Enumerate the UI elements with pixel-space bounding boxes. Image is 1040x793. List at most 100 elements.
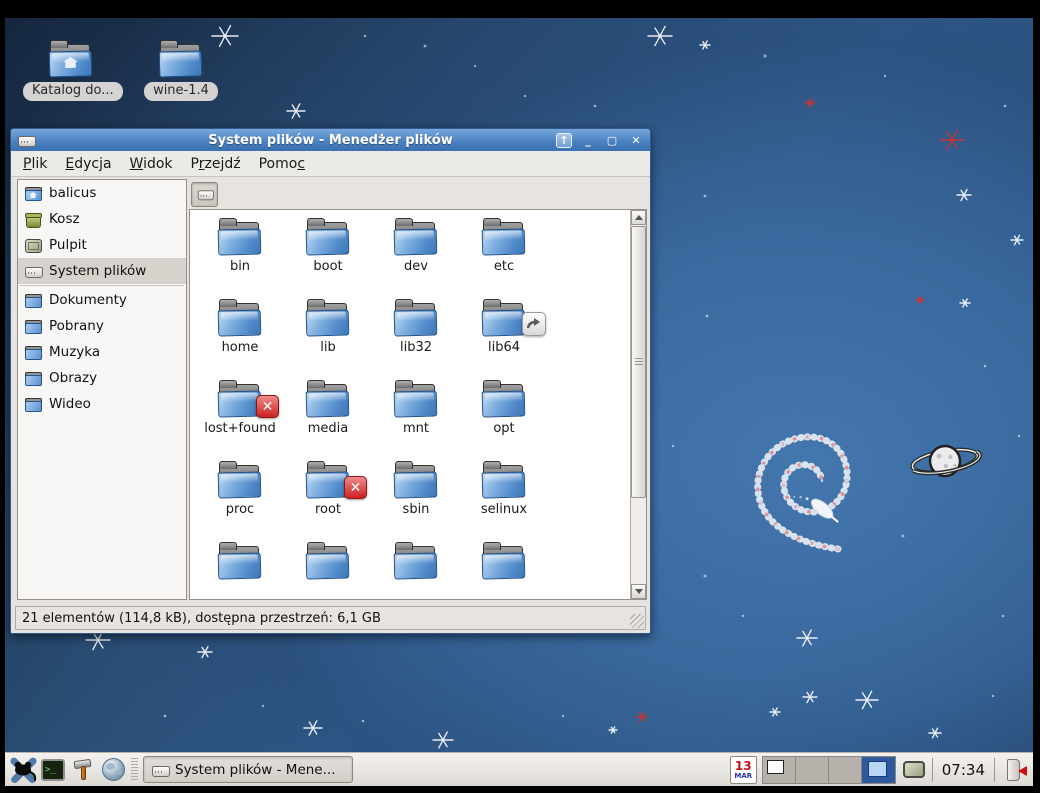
menu-item-widok[interactable]: Widok (122, 153, 181, 175)
settings-launcher[interactable] (68, 755, 98, 785)
file-item-lib[interactable]: lib (284, 299, 372, 380)
spiral-galaxy-art (758, 437, 847, 549)
workspace-1[interactable] (763, 757, 796, 783)
sidebar-item-obrazy[interactable]: Obrazy (18, 365, 186, 391)
sidebar-item-pobrany[interactable]: Pobrany (18, 313, 186, 339)
show-desktop-button[interactable] (901, 757, 927, 783)
close-button[interactable]: ✕ (628, 133, 644, 148)
globe-icon (102, 758, 125, 781)
window-titlebar[interactable]: System plików - Menedżer plików ↑ _ ▢ ✕ (11, 129, 650, 151)
scroll-up-button[interactable] (631, 210, 646, 225)
desktop-icon-wine[interactable]: wine-1.4 (133, 40, 229, 101)
folder-icon (393, 461, 439, 498)
file-item-dev[interactable]: dev (372, 218, 460, 299)
file-name: home (222, 340, 259, 355)
scroll-down-button[interactable] (631, 584, 646, 599)
minimize-button[interactable]: _ (580, 133, 596, 148)
drive-icon (24, 263, 42, 279)
folder-icon (217, 218, 263, 255)
terminal-launcher[interactable]: >_ (38, 755, 68, 785)
file-name: mnt (403, 421, 429, 436)
file-item[interactable] (372, 542, 460, 600)
calendar-month: MAR (734, 773, 752, 780)
sidebar-separator (20, 285, 184, 286)
task-button-label: System plików - Mene... (175, 762, 335, 778)
sidebar-item-pulpit[interactable]: Pulpit (18, 232, 186, 258)
saturn-planet-art (910, 440, 983, 481)
sidebar-item-wideo[interactable]: Wideo (18, 391, 186, 417)
file-name: etc (494, 259, 514, 274)
file-item-etc[interactable]: etc (460, 218, 548, 299)
file-item-mnt[interactable]: mnt (372, 380, 460, 461)
sidebar-item-balicus[interactable]: balicus (18, 180, 186, 206)
folder-icon (305, 299, 351, 336)
status-bar: 21 elementów (114,8 kB), dostępna przest… (15, 606, 646, 630)
folder-icon: ✕ (217, 380, 263, 417)
workspace-3[interactable] (829, 757, 862, 783)
file-item-opt[interactable]: opt (460, 380, 548, 461)
shade-button[interactable]: ↑ (556, 133, 572, 148)
file-name: proc (226, 502, 254, 517)
file-item-selinux[interactable]: selinux (460, 461, 548, 542)
drive-icon (151, 762, 169, 778)
file-name: lib64 (488, 340, 520, 355)
folder-icon (481, 380, 527, 417)
scrollbar-thumb[interactable] (631, 226, 646, 498)
desktop-icon (24, 237, 42, 253)
sidebar-item-muzyka[interactable]: Muzyka (18, 339, 186, 365)
menu-item-pomoc[interactable]: Pomoc (251, 153, 313, 175)
sidebar-item-label: Dokumenty (49, 292, 127, 308)
sidebar-item-label: Pulpit (49, 237, 87, 253)
sidebar-item-kosz[interactable]: Kosz (18, 206, 186, 232)
resize-grip[interactable] (630, 614, 644, 628)
taskbar: >_ System plików - Mene... 13 MAR 07:34 (5, 752, 1033, 786)
folder-icon (481, 218, 527, 255)
workspace-4[interactable] (862, 757, 895, 783)
file-item-sbin[interactable]: sbin (372, 461, 460, 542)
calendar-widget[interactable]: 13 MAR (730, 756, 757, 784)
workspace-2[interactable] (796, 757, 829, 783)
file-item-bin[interactable]: bin (196, 218, 284, 299)
browser-launcher[interactable] (98, 755, 128, 785)
logout-button[interactable] (1000, 755, 1030, 785)
file-item-home[interactable]: home (196, 299, 284, 380)
folder-icon (305, 542, 351, 579)
file-item-lib32[interactable]: lib32 (372, 299, 460, 380)
file-item-media[interactable]: media (284, 380, 372, 461)
task-button-file-manager[interactable]: System plików - Mene... (143, 756, 353, 783)
folder-icon (305, 218, 351, 255)
folder-icon (393, 542, 439, 579)
file-item-lost+found[interactable]: ✕lost+found (196, 380, 284, 461)
file-item-lib64[interactable]: lib64 (460, 299, 548, 380)
tray-separator (932, 758, 933, 782)
desktop-icon-label: wine-1.4 (144, 82, 218, 101)
file-name: root (315, 502, 341, 517)
path-button-filesystem[interactable] (191, 182, 218, 207)
file-item-root[interactable]: ✕root (284, 461, 372, 542)
maximize-button[interactable]: ▢ (604, 133, 620, 148)
desktop-icon (903, 761, 925, 778)
file-item[interactable] (460, 542, 548, 600)
hammer-icon (71, 758, 95, 782)
file-name: dev (404, 259, 428, 274)
vertical-scrollbar[interactable] (630, 210, 646, 599)
file-name: boot (313, 259, 342, 274)
desktop-icon-home[interactable]: Katalog do... (23, 40, 119, 101)
file-item[interactable] (284, 542, 372, 600)
folder-icon (24, 344, 42, 360)
file-item-proc[interactable]: proc (196, 461, 284, 542)
file-item-boot[interactable]: boot (284, 218, 372, 299)
xfce-menu-button[interactable] (8, 755, 38, 785)
file-item[interactable] (196, 542, 284, 600)
file-view[interactable]: bin boot dev etc home liblib32 lib64 ✕lost+foun… (189, 209, 647, 600)
desktop: Katalog do... wine-1.4 System plików - M… (5, 18, 1033, 786)
sidebar-item-dokumenty[interactable]: Dokumenty (18, 287, 186, 313)
terminal-icon: >_ (41, 759, 65, 781)
menu-item-przejdź[interactable]: Przejdź (183, 153, 249, 175)
menu-item-plik[interactable]: Plik (15, 153, 55, 175)
menu-item-edycja[interactable]: Edycja (57, 153, 119, 175)
file-name: opt (493, 421, 514, 436)
sidebar-item-system-plików[interactable]: System plików (18, 258, 186, 284)
panel-grip[interactable] (131, 758, 138, 782)
drive-icon (196, 187, 212, 201)
